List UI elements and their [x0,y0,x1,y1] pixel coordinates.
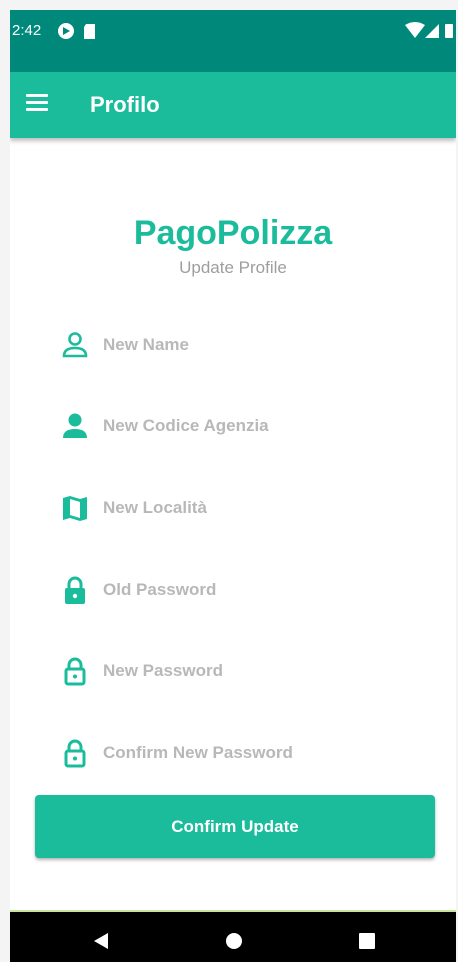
lock-outline-icon [64,739,86,768]
person-icon [63,413,87,438]
new-codice-agenzia-placeholder: New Codice Agenzia [103,416,269,435]
phone-screen: 2:42 Profilo PagoPolizza Update Profile [10,10,456,962]
home-icon[interactable] [225,932,243,950]
lock-outline-icon [64,657,86,686]
status-bar: 2:42 [10,10,456,72]
old-password-placeholder: Old Password [103,580,217,599]
lock-icon [65,576,85,604]
map-icon [63,496,87,521]
brand-subtitle: Update Profile [179,258,287,277]
recents-icon[interactable] [358,932,376,950]
sd-card-icon [84,24,95,39]
new-password-field[interactable]: New Password [60,652,440,692]
status-time: 2:42 [12,22,42,39]
person-outline-icon [62,332,88,358]
new-password-placeholder: New Password [103,661,223,680]
new-localita-field[interactable]: New Località [60,489,440,529]
battery-icon [445,24,453,38]
confirm-update-button[interactable]: Confirm Update [35,795,435,858]
wifi-icon [405,22,425,38]
back-icon[interactable] [92,932,110,950]
system-nav-bar [10,910,456,962]
menu-icon[interactable] [26,94,48,116]
new-name-field[interactable]: New Name [60,326,440,366]
confirm-new-password-field[interactable]: Confirm New Password [60,734,440,774]
old-password-field[interactable]: Old Password [60,571,440,611]
signal-icon [425,24,439,38]
play-protect-icon [58,23,74,39]
brand-title: PagoPolizza [133,214,333,252]
confirm-new-password-placeholder: Confirm New Password [103,743,293,762]
new-localita-placeholder: New Località [103,498,207,517]
app-bar: Profilo [10,72,456,138]
new-codice-agenzia-field[interactable]: New Codice Agenzia [60,407,440,447]
app-bar-title: Profilo [90,92,160,117]
new-name-placeholder: New Name [103,335,189,354]
